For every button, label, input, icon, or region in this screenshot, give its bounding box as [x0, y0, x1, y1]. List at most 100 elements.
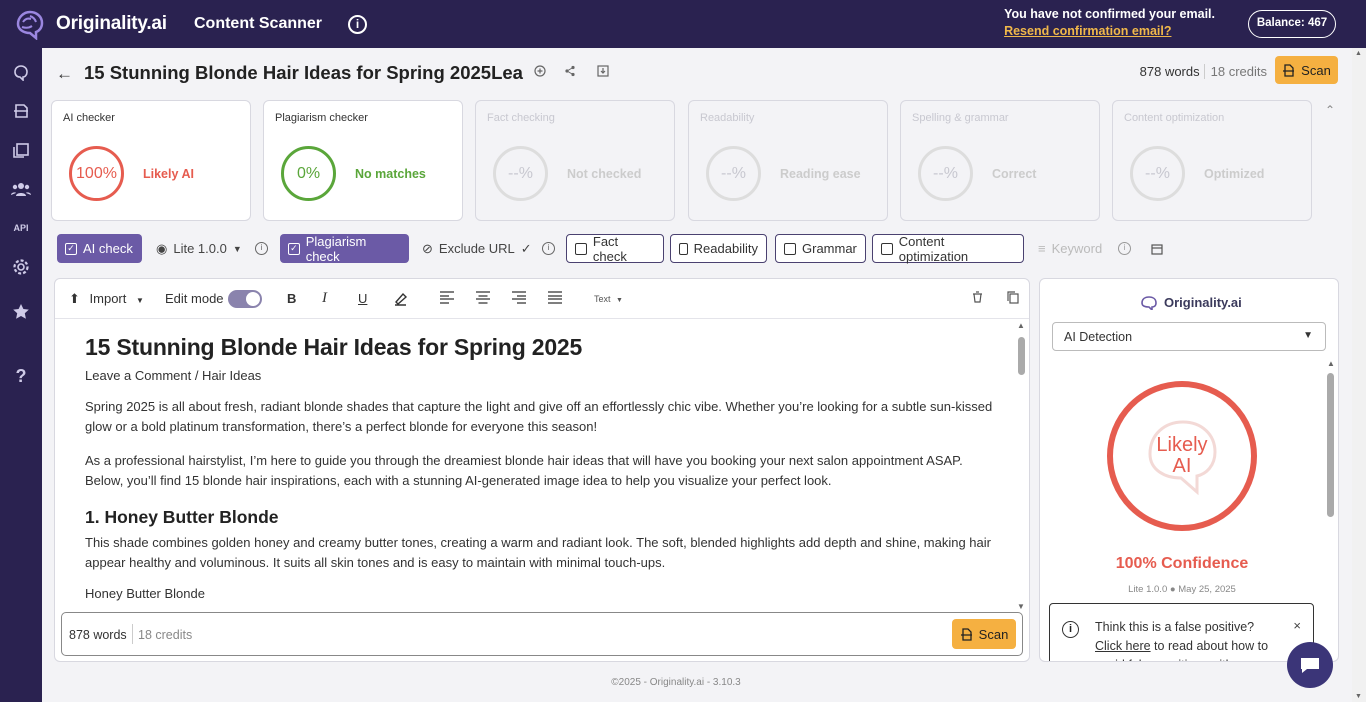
collapse-chevron-icon[interactable]: ⌃: [1325, 103, 1335, 117]
sidebar-brain-icon[interactable]: [11, 62, 31, 82]
content-meta: Leave a Comment / Hair Ideas: [85, 368, 262, 383]
sidebar-settings-icon[interactable]: [11, 257, 31, 277]
align-justify-icon[interactable]: [548, 291, 562, 307]
close-icon[interactable]: ×: [1293, 618, 1301, 633]
import-label: Import: [89, 291, 127, 306]
content-paragraph: Honey Butter Blonde: [85, 586, 205, 601]
footer-scan-button[interactable]: Scan: [952, 619, 1016, 649]
card-spelling-grammar[interactable]: Spelling & grammar --% Correct: [900, 100, 1100, 221]
highlighter-icon[interactable]: [393, 291, 408, 309]
detection-select-value: AI Detection: [1064, 330, 1133, 344]
dot-separator: ●: [1169, 584, 1176, 595]
plagiarism-check-toggle[interactable]: ✓ Plagiarism check: [280, 234, 409, 264]
trash-icon[interactable]: [972, 291, 983, 306]
info-icon[interactable]: i: [348, 15, 367, 34]
content-heading: 15 Stunning Blonde Hair Ideas for Spring…: [85, 334, 583, 360]
scroll-up-icon[interactable]: ▲: [1327, 359, 1335, 368]
panel-brand-name: Originality.ai: [1164, 295, 1242, 310]
sidebar-team-icon[interactable]: [11, 179, 31, 199]
brain-logo-icon: [1141, 296, 1157, 310]
editor-content[interactable]: 15 Stunning Blonde Hair Ideas for Spring…: [85, 334, 995, 601]
card-plagiarism-checker[interactable]: Plagiarism checker 0% No matches: [263, 100, 463, 221]
document-title[interactable]: 15 Stunning Blonde Hair Ideas for Spring…: [84, 62, 523, 84]
card-fact-checking[interactable]: Fact checking --% Not checked: [475, 100, 675, 221]
readability-toggle[interactable]: Readability: [670, 234, 767, 263]
model-label: Lite 1.0.0: [173, 241, 227, 256]
email-notice: You have not confirmed your email. Resen…: [1004, 7, 1215, 38]
detection-select[interactable]: AI Detection ▼: [1052, 322, 1326, 351]
import-button[interactable]: ⬆ Import ▼: [69, 291, 144, 307]
sidebar-api-icon[interactable]: API: [11, 218, 31, 238]
model-select[interactable]: ◉ Lite 1.0.0 ▼: [148, 234, 250, 263]
text-style-select[interactable]: Text ▼: [594, 294, 623, 304]
scan-date: May 25, 2025: [1178, 584, 1236, 595]
checkbox-icon: [575, 242, 587, 255]
card-content-optimization[interactable]: Content optimization --% Optimized: [1112, 100, 1312, 221]
brain-logo-icon: [16, 10, 44, 40]
download-icon[interactable]: [596, 65, 610, 79]
caret-down-icon: ▼: [1303, 330, 1313, 341]
sidebar-help-icon[interactable]: ?: [11, 366, 31, 386]
back-arrow-icon[interactable]: ←: [56, 64, 73, 84]
score-ring: 100%: [69, 146, 124, 201]
share-icon[interactable]: [563, 65, 577, 79]
copy-icon[interactable]: [1007, 291, 1019, 307]
globe-icon: ◉: [156, 240, 168, 256]
panel-scrollbar[interactable]: ▲: [1326, 359, 1335, 661]
score-ring: --%: [493, 146, 548, 201]
editor-scroll-thumb[interactable]: [1018, 337, 1025, 375]
keyword-button[interactable]: ≡ Keyword: [1030, 234, 1110, 263]
calendar-icon[interactable]: [1143, 234, 1171, 263]
align-left-icon[interactable]: [440, 291, 454, 307]
sidebar-star-icon[interactable]: [11, 302, 31, 322]
card-title: Spelling & grammar: [912, 112, 1009, 124]
edit-mode-toggle[interactable]: [228, 290, 262, 308]
keyword-info-icon[interactable]: i: [1118, 242, 1131, 255]
card-ai-checker[interactable]: AI checker 100% Likely AI: [51, 100, 251, 221]
content-optimization-toggle[interactable]: Content optimization: [872, 233, 1024, 264]
top-bar: Originality.ai Content Scanner i You hav…: [0, 0, 1366, 48]
card-status: Reading ease: [780, 167, 861, 181]
resend-confirmation-link[interactable]: Resend confirmation email?: [1004, 24, 1215, 38]
scroll-down-icon[interactable]: ▼: [1017, 602, 1025, 611]
grammar-toggle[interactable]: Grammar: [775, 234, 866, 263]
sidebar-library-icon[interactable]: [11, 140, 31, 160]
exclude-url-button[interactable]: ⊘ Exclude URL ✓: [414, 234, 540, 263]
panel-scroll-thumb[interactable]: [1327, 373, 1334, 517]
align-right-icon[interactable]: [512, 291, 526, 307]
bold-icon[interactable]: B: [287, 291, 296, 306]
ai-result-text: Likely AI: [1113, 435, 1251, 477]
brand[interactable]: Originality.ai: [10, 8, 167, 40]
checkbox-checked-icon: ✓: [288, 242, 300, 255]
italic-icon[interactable]: I: [322, 290, 327, 307]
email-notice-text: You have not confirmed your email.: [1004, 7, 1215, 21]
score-ring: --%: [706, 146, 761, 201]
sidebar-scan-icon[interactable]: [11, 101, 31, 121]
chat-bubble-icon: [1301, 658, 1319, 673]
score-ring: 0%: [281, 146, 336, 201]
card-status: Not checked: [567, 167, 642, 181]
model-info-icon[interactable]: i: [255, 242, 268, 255]
ai-result-ring: Likely AI: [1107, 381, 1257, 531]
fact-check-toggle[interactable]: Fact check: [566, 234, 664, 264]
scroll-up-icon[interactable]: ▲: [1355, 50, 1362, 57]
balance-badge[interactable]: Balance: 467: [1248, 10, 1336, 38]
credit-count: 18 credits: [1203, 64, 1267, 79]
content-optimization-label: Content optimization: [898, 233, 969, 264]
content-paragraph: This shade combines golden honey and cre…: [85, 535, 991, 570]
ai-check-toggle[interactable]: ✓ AI check: [57, 234, 142, 263]
card-readability[interactable]: Readability --% Reading ease: [688, 100, 888, 221]
underline-icon[interactable]: U: [358, 291, 367, 306]
window-scrollbar[interactable]: ▲ ▼: [1352, 48, 1366, 702]
align-center-icon[interactable]: [476, 291, 490, 307]
panel-brand: Originality.ai: [1140, 295, 1242, 310]
editor-panel: ⬆ Import ▼ Edit mode B I U Text ▼ 15 Stu…: [54, 278, 1030, 662]
scroll-up-icon[interactable]: ▲: [1017, 321, 1025, 330]
scroll-down-icon[interactable]: ▼: [1355, 693, 1362, 700]
info-icon: i: [1062, 621, 1079, 638]
editor-scrollbar[interactable]: ▲ ▼: [1017, 321, 1025, 611]
scan-button[interactable]: Scan: [1275, 56, 1338, 84]
add-icon[interactable]: [533, 65, 547, 79]
exclude-url-info-icon[interactable]: i: [542, 242, 555, 255]
false-positive-link[interactable]: Click here: [1095, 639, 1151, 653]
